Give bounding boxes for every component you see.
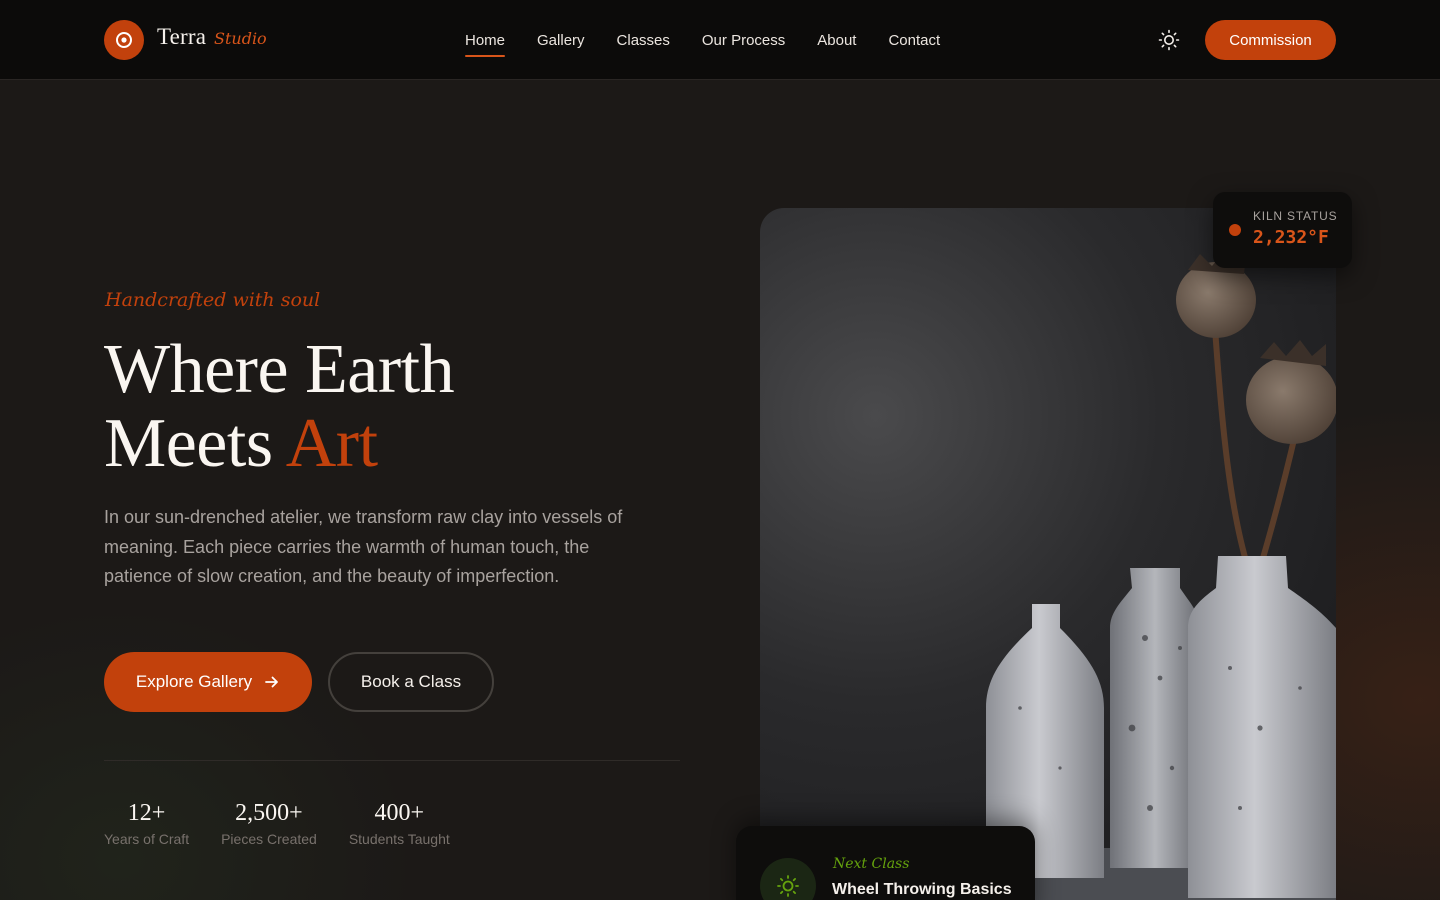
- next-class-title: Wheel Throwing Basics: [832, 881, 1012, 898]
- brand-name[interactable]: Terra: [157, 24, 206, 50]
- commission-button[interactable]: Commission: [1205, 20, 1336, 60]
- stat-value: 400+: [374, 800, 425, 826]
- stats-divider: [104, 760, 680, 761]
- explore-gallery-button[interactable]: Explore Gallery: [104, 652, 312, 712]
- stat-pieces: 2,500+ Pieces Created: [221, 798, 317, 847]
- kiln-temperature: 2,232°F: [1253, 227, 1329, 248]
- stat-label: Years of Craft: [104, 831, 190, 847]
- arrow-right-icon: [265, 676, 279, 688]
- stat-years: 12+ Years of Craft: [104, 798, 189, 847]
- stat-value: 2,500+: [235, 800, 303, 826]
- main-nav: Home Gallery Classes Our Process About C…: [465, 31, 940, 57]
- hero-title-accent: Art: [285, 405, 378, 482]
- class-icon-badge: [760, 858, 816, 900]
- nav-gallery[interactable]: Gallery: [537, 31, 585, 51]
- next-class-eyebrow: Next Class: [833, 856, 910, 872]
- hero-title-line2-prefix: Meets: [104, 405, 273, 482]
- stats-row: 12+ Years of Craft 2,500+ Pieces Created…: [104, 798, 450, 847]
- book-class-button[interactable]: Book a Class: [328, 652, 494, 712]
- site-header: Terra Studio Home Gallery Classes Our Pr…: [0, 0, 1440, 80]
- stat-label: Students Taught: [348, 831, 450, 847]
- hero-title: Where Earth Meets Art: [104, 331, 455, 482]
- brand-sub: Studio: [214, 29, 267, 48]
- stat-value: 12+: [127, 800, 166, 826]
- next-class-card[interactable]: Next Class Wheel Throwing Basics: [736, 826, 1035, 900]
- kiln-status-indicator: [1229, 224, 1241, 236]
- kiln-status-label: KILN STATUS: [1253, 209, 1338, 223]
- hero-title-line1: Where Earth: [104, 331, 455, 408]
- location-pin-icon: [116, 32, 132, 48]
- sun-icon: [777, 875, 799, 897]
- hero-intro: In our sun-drenched atelier, we transfor…: [104, 507, 623, 586]
- kiln-status-card: KILN STATUS 2,232°F: [1213, 192, 1352, 268]
- hero-image: [760, 208, 1336, 900]
- nav-classes[interactable]: Classes: [617, 31, 670, 51]
- sun-icon: [1158, 29, 1180, 51]
- logo-badge[interactable]: [104, 20, 144, 60]
- nav-our-process[interactable]: Our Process: [702, 31, 785, 51]
- nav-home[interactable]: Home: [465, 31, 506, 57]
- stat-students: 400+ Students Taught: [349, 798, 450, 847]
- stat-label: Pieces Created: [221, 831, 317, 847]
- ceramic-vases-illustration: [760, 252, 1336, 900]
- theme-toggle-button[interactable]: [1155, 26, 1183, 54]
- nav-contact[interactable]: Contact: [888, 31, 940, 51]
- explore-gallery-label: Explore Gallery: [135, 672, 253, 691]
- hero-eyebrow: Handcrafted with soul: [105, 289, 321, 311]
- nav-about[interactable]: About: [817, 31, 856, 51]
